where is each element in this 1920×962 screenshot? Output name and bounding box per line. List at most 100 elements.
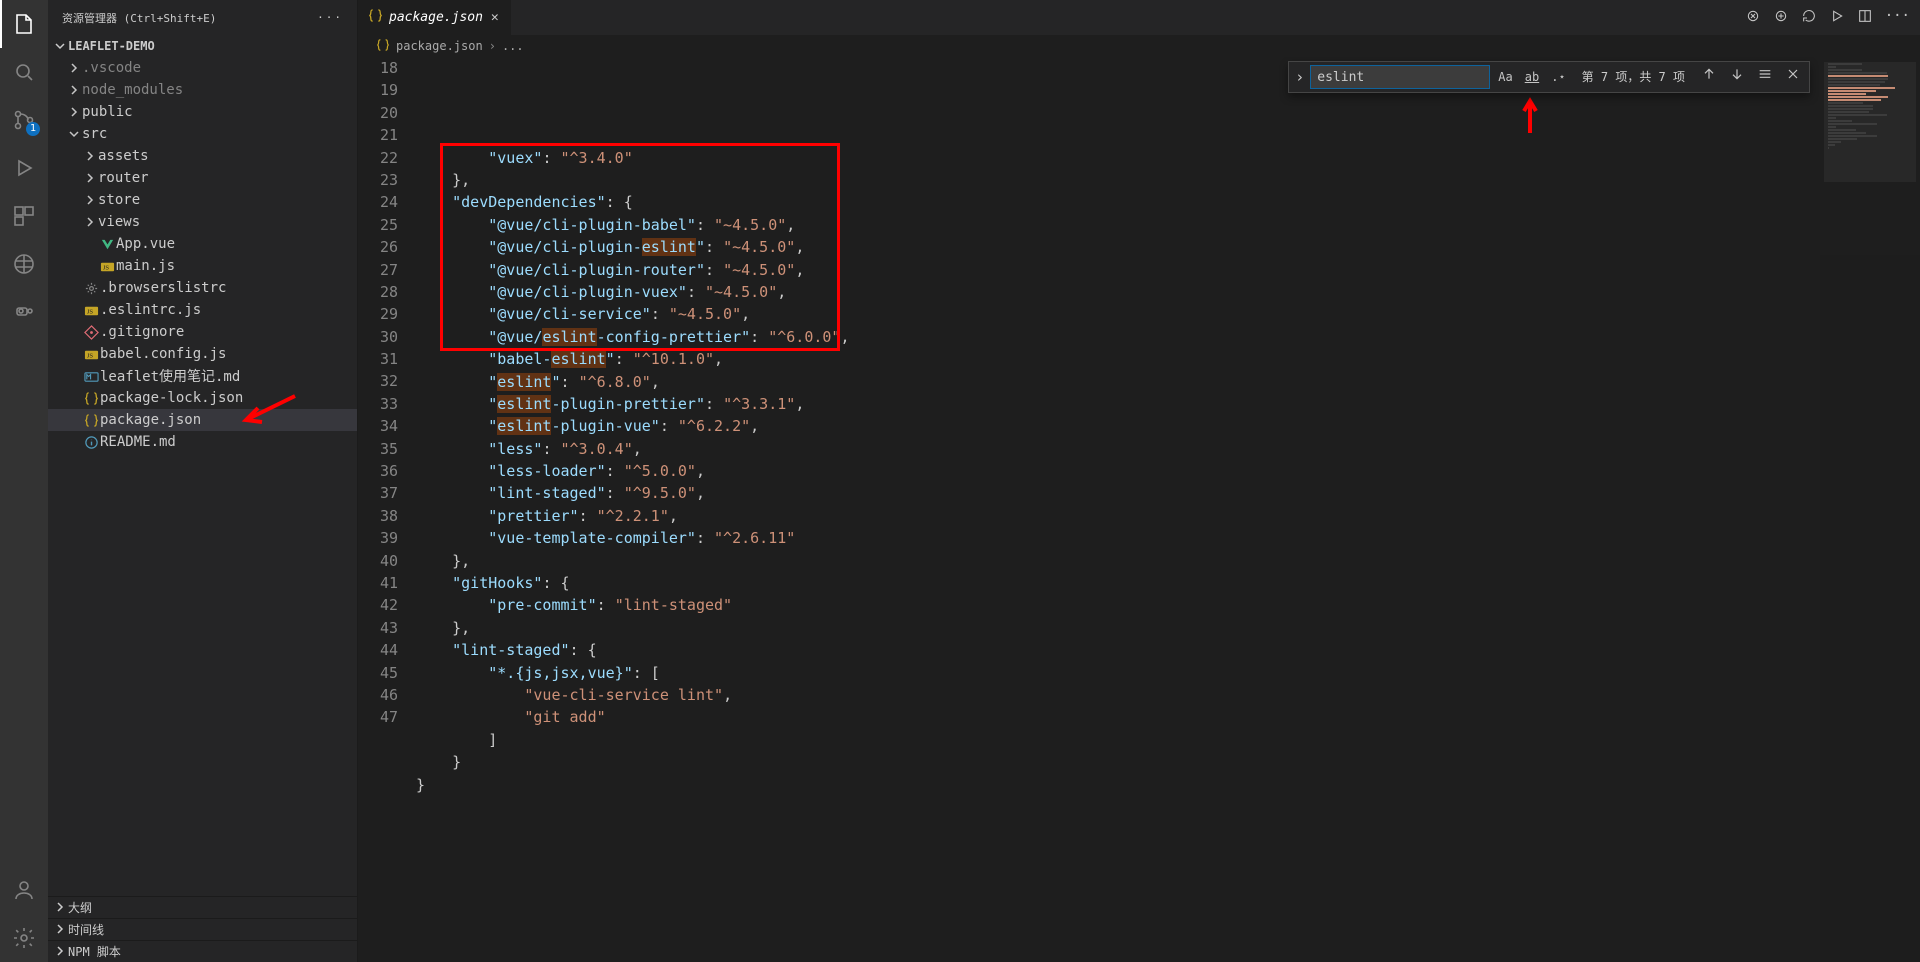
tree-label: package.json	[100, 412, 201, 428]
timeline-label: 时间线	[68, 921, 104, 938]
accounts-activity[interactable]	[0, 866, 48, 914]
file-README.md[interactable]: README.md	[48, 431, 357, 453]
folder-store[interactable]: store	[48, 189, 357, 211]
toggle-breadcrumbs-icon[interactable]	[1745, 8, 1761, 28]
remote-activity[interactable]	[0, 240, 48, 288]
code-line: "prettier": "^2.2.1",	[416, 505, 1920, 527]
find-close-icon[interactable]	[1781, 64, 1805, 90]
refresh-icon[interactable]	[1801, 8, 1817, 28]
tree-label: store	[98, 192, 140, 208]
file-App.vue[interactable]: App.vue	[48, 233, 357, 255]
tree-label: main.js	[116, 258, 175, 274]
file-leaflet使用笔记.md[interactable]: leaflet使用笔记.md	[48, 365, 357, 387]
editor-more-icon[interactable]: ···	[1885, 8, 1910, 28]
code-editor[interactable]: 1819202122232425262728293031323334353637…	[358, 57, 1920, 962]
find-expand-icon[interactable]: ›	[1293, 66, 1306, 88]
tree-label: package-lock.json	[100, 390, 243, 406]
find-widget: › Aa ab .⋆ 第 7 项，共 7 项	[1288, 61, 1810, 93]
code-line: "@vue/cli-plugin-router": "~4.5.0",	[416, 259, 1920, 281]
tree-label: src	[82, 126, 107, 142]
code-line: }	[416, 751, 1920, 773]
chevron-right-icon	[66, 63, 82, 73]
find-next-icon[interactable]	[1725, 64, 1749, 90]
file-package-lock.json[interactable]: package-lock.json	[48, 387, 357, 409]
file-main.js[interactable]: JS main.js	[48, 255, 357, 277]
file-babel.config.js[interactable]: JS babel.config.js	[48, 343, 357, 365]
find-prev-icon[interactable]	[1697, 64, 1721, 90]
folder-router[interactable]: router	[48, 167, 357, 189]
md-icon	[82, 369, 100, 384]
debug-activity[interactable]	[0, 144, 48, 192]
npm-label: NPM 脚本	[68, 943, 121, 960]
code-line: "pre-commit": "lint-staged"	[416, 594, 1920, 616]
close-tab-icon[interactable]: ✕	[489, 10, 501, 25]
split-icon[interactable]	[1857, 8, 1873, 28]
code-line: "@vue/eslint-config-prettier": "^6.0.0",	[416, 326, 1920, 348]
code-line: "lint-staged": {	[416, 639, 1920, 661]
search-activity[interactable]	[0, 48, 48, 96]
tree-label: .browserslistrc	[100, 280, 226, 296]
vue-icon	[98, 237, 116, 252]
file-package.json[interactable]: package.json	[48, 409, 357, 431]
code-line: },	[416, 169, 1920, 191]
folder-views[interactable]: views	[48, 211, 357, 233]
breadcrumb[interactable]: package.json › ...	[358, 35, 1920, 57]
svg-text:JS: JS	[86, 352, 93, 359]
tab-package-json[interactable]: package.json ✕	[358, 0, 511, 35]
folder-.vscode[interactable]: .vscode	[48, 57, 357, 79]
source-control-activity[interactable]: 1	[0, 96, 48, 144]
js-icon: JS	[98, 259, 116, 274]
tree-label: App.vue	[116, 236, 175, 252]
git-icon	[82, 325, 100, 340]
project-root[interactable]: LEAFLET-DEMO	[48, 35, 357, 57]
folder-assets[interactable]: assets	[48, 145, 357, 167]
code-line	[416, 796, 1920, 818]
tree-label: leaflet使用笔记.md	[100, 366, 240, 386]
outline-label: 大纲	[68, 899, 92, 916]
run-icon[interactable]	[1829, 8, 1845, 28]
sidebar-more-icon[interactable]: ···	[317, 11, 343, 24]
code-line: },	[416, 617, 1920, 639]
tree-label: public	[82, 104, 133, 120]
code-line: "vue-cli-service lint",	[416, 684, 1920, 706]
diff-icon[interactable]	[1773, 8, 1789, 28]
match-case-icon[interactable]: Aa	[1494, 64, 1516, 90]
project-name: LEAFLET-DEMO	[68, 39, 155, 53]
tree-label: babel.config.js	[100, 346, 226, 362]
line-gutter: 1819202122232425262728293031323334353637…	[358, 57, 416, 962]
code-line: "less": "^3.0.4",	[416, 438, 1920, 460]
regex-icon[interactable]: .⋆	[1547, 64, 1569, 90]
find-input[interactable]	[1310, 65, 1490, 89]
find-count: 第 7 项，共 7 项	[1574, 66, 1693, 88]
editor-actions: ···	[1745, 8, 1920, 28]
code-line: "*.{js,jsx,vue}": [	[416, 662, 1920, 684]
svg-text:JS: JS	[102, 264, 109, 271]
timeline-panel[interactable]: 时间线	[48, 918, 357, 940]
npm-panel[interactable]: NPM 脚本	[48, 940, 357, 962]
file-.browserslistrc[interactable]: .browserslistrc	[48, 277, 357, 299]
find-selection-icon[interactable]	[1753, 64, 1777, 90]
svg-text:JS: JS	[86, 308, 93, 315]
code-content[interactable]: "vuex": "^3.4.0" }, "devDependencies": {…	[416, 57, 1920, 962]
folder-public[interactable]: public	[48, 101, 357, 123]
folder-node_modules[interactable]: node_modules	[48, 79, 357, 101]
chevron-right-icon	[82, 151, 98, 161]
folder-src[interactable]: src	[48, 123, 357, 145]
js-icon: JS	[82, 347, 100, 362]
code-line: "eslint": "^6.8.0",	[416, 371, 1920, 393]
settings-activity[interactable]	[0, 914, 48, 962]
code-line: "less-loader": "^5.0.0",	[416, 460, 1920, 482]
file-.gitignore[interactable]: .gitignore	[48, 321, 357, 343]
outline-panel[interactable]: 大纲	[48, 896, 357, 918]
chevron-right-icon: ›	[489, 39, 496, 53]
file-.eslintrc.js[interactable]: JS.eslintrc.js	[48, 299, 357, 321]
chevron-right-icon	[82, 173, 98, 183]
editor-tabs: package.json ✕ ···	[358, 0, 1920, 35]
extensions-activity[interactable]	[0, 192, 48, 240]
app-root: 1 资源管理器 (Ctrl+Shift+E) ··· LEAFLET-DEM	[0, 0, 1920, 962]
whole-word-icon[interactable]: ab	[1521, 64, 1543, 90]
code-line: "gitHooks": {	[416, 572, 1920, 594]
tree-label: .gitignore	[100, 324, 184, 340]
live-share-activity[interactable]	[0, 288, 48, 336]
explorer-activity[interactable]	[0, 0, 48, 48]
